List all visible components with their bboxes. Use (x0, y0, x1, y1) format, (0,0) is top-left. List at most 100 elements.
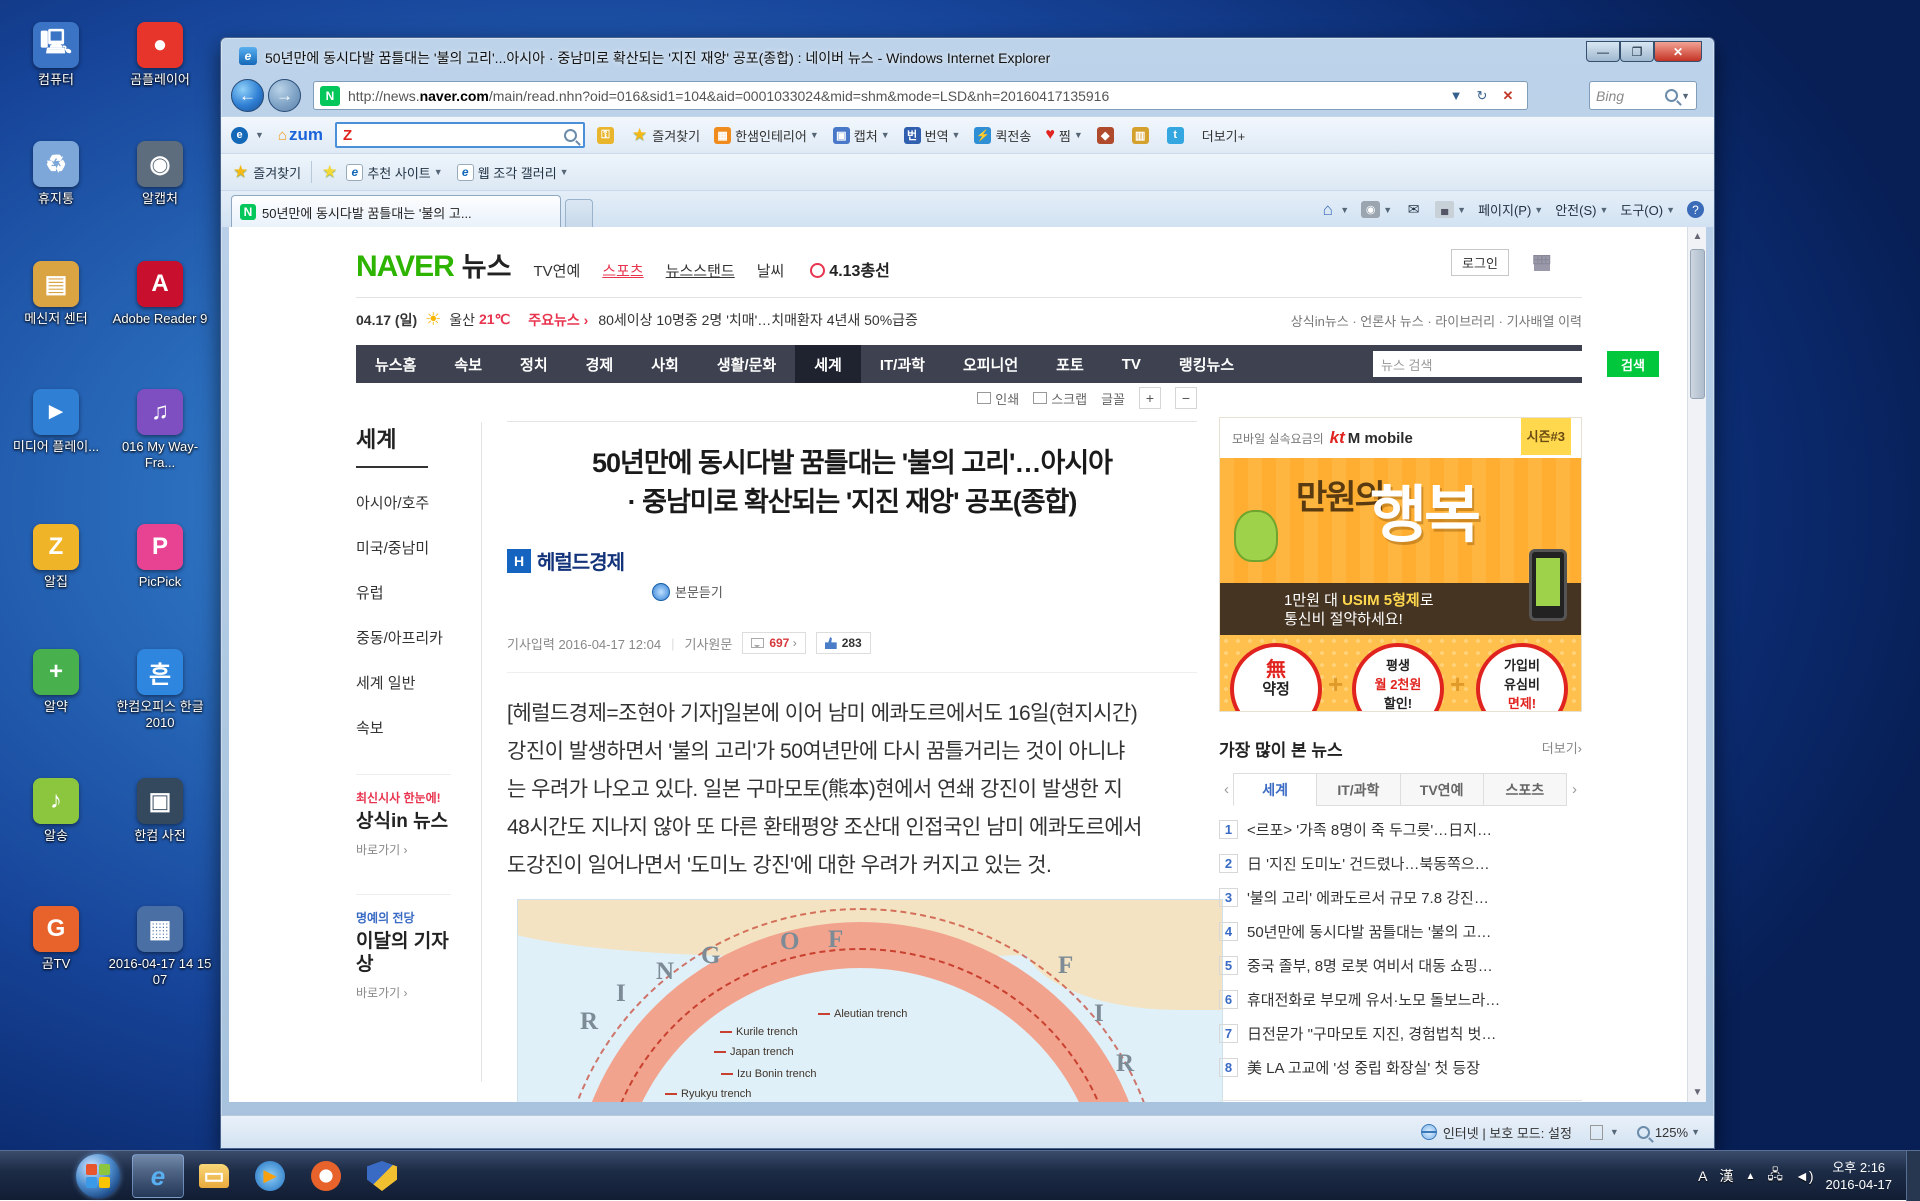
login-button[interactable]: 로그인 (1451, 249, 1509, 276)
rss-button[interactable]: ◉▼ (1361, 201, 1392, 218)
back-button[interactable]: ← (231, 79, 264, 112)
nav-world[interactable]: 세계 (795, 345, 861, 383)
desktop-icon-mp3-file[interactable]: ♫016 My Way-Fra... (108, 389, 212, 471)
nav-economy[interactable]: 경제 (567, 345, 633, 383)
add-favorite-icon[interactable]: ★ (322, 162, 337, 182)
desktop-icon-recycle-bin[interactable]: ♻휴지통 (4, 141, 108, 207)
forward-button[interactable]: → (268, 79, 301, 112)
nav-breaking[interactable]: 속보 (435, 345, 501, 383)
toolbar-capture[interactable]: ▣캡처▼ (833, 126, 890, 145)
desktop-icon-computer[interactable]: 🖳컴퓨터 (4, 22, 108, 88)
web-slice-gallery[interactable]: 웹 조각 갤러리 (478, 163, 557, 182)
desktop-icon-alyac[interactable]: +알약 (4, 649, 108, 715)
kt-mmobile-ad[interactable]: 모바일 실속요금의 kt M mobile 시즌#3 만원의 행복 (1219, 417, 1582, 712)
desktop-icon-alcapture[interactable]: ◉알캡처 (108, 141, 212, 207)
mv-tab-it[interactable]: IT/과학 (1316, 773, 1400, 806)
scrap-button[interactable]: 스크랩 (1033, 389, 1087, 408)
taskbar-media-player[interactable]: ► (244, 1154, 296, 1198)
desktop-icon-dictionary[interactable]: ▣한컴 사전 (108, 778, 212, 844)
toolbar-favorites[interactable]: ★즐겨찾기 (632, 125, 700, 145)
font-smaller-button[interactable]: − (1175, 387, 1197, 409)
network-icon[interactable]: 🖧 (1767, 1164, 1783, 1188)
stop-icon[interactable]: ✕ (1495, 82, 1521, 109)
show-desktop-button[interactable] (1906, 1151, 1920, 1201)
vertical-scrollbar[interactable]: ▲ ▼ (1687, 227, 1706, 1102)
naver-logo[interactable]: NAVER (356, 250, 454, 284)
volume-icon[interactable]: ◄) (1795, 1168, 1814, 1184)
header-link-tv[interactable]: TV연예 (533, 260, 580, 281)
toolbar-hanssem[interactable]: ▦한샘인테리어▼ (714, 126, 819, 145)
scrollbar-thumb[interactable] (1690, 249, 1705, 399)
tabs-prev-arrow[interactable]: ‹ (1219, 781, 1234, 798)
category-europe[interactable]: 유럽 (356, 582, 451, 603)
bing-search-box[interactable]: Bing ▼ (1589, 81, 1697, 110)
safety-menu[interactable]: 안전(S)▼ (1555, 200, 1608, 219)
maximize-button[interactable]: ❐ (1620, 41, 1654, 62)
nav-society[interactable]: 사회 (632, 345, 698, 383)
header-link-sports[interactable]: 스포츠 (602, 260, 643, 281)
election-banner[interactable]: 4.13총선 (810, 257, 890, 281)
suggested-sites[interactable]: 추천 사이트 (367, 163, 430, 182)
desktop-icon-gomtv[interactable]: G곰TV (4, 906, 108, 972)
desktop-icon-picpick[interactable]: PPicPick (108, 524, 212, 590)
lang-indicator[interactable]: A (1698, 1168, 1707, 1184)
favorites-button[interactable]: 즐겨찾기 (253, 163, 301, 182)
taskbar-alyac-shield[interactable] (356, 1154, 408, 1198)
nav-it[interactable]: IT/과학 (861, 345, 944, 383)
category-general[interactable]: 세계 일반 (356, 672, 451, 693)
most-viewed-more-link[interactable]: 더보기› (1542, 738, 1582, 757)
desktop-icon-alsong[interactable]: ♪알송 (4, 778, 108, 844)
zum-search-icon[interactable] (564, 129, 577, 142)
category-america[interactable]: 미국/중남미 (356, 537, 451, 558)
mv-tab-tv[interactable]: TV연예 (1400, 773, 1484, 806)
desktop-icon-hangul-office[interactable]: 흔한컴오피스 한글 2010 (108, 649, 212, 731)
news-list-item[interactable]: 3'불의 고리' 에콰도르서 규모 7.8 강진… (1219, 887, 1582, 908)
minimize-button[interactable]: — (1586, 41, 1620, 62)
news-list-item[interactable]: 2日 '지진 도미노' 건드렸나…북동쪽으… (1219, 853, 1582, 874)
toolbar-translate[interactable]: 번번역▼ (904, 126, 961, 145)
font-bigger-button[interactable]: + (1139, 387, 1161, 409)
mv-tab-world[interactable]: 세계 (1233, 773, 1317, 806)
address-bar[interactable]: N http://news.naver.com/main/read.nhn?oi… (313, 81, 1528, 110)
toolbar-twitter-icon[interactable]: t (1167, 127, 1188, 144)
desktop-icon-media-player[interactable]: ►미디어 플레이... (4, 389, 108, 455)
mail-button[interactable]: ✉ (1404, 201, 1423, 218)
news-list-item[interactable]: 450년만에 동시다발 꿈틀대는 '불의 고… (1219, 921, 1582, 942)
desktop-icon-adobe-reader[interactable]: AAdobe Reader 9 (108, 261, 212, 327)
tray-expand-icon[interactable]: ▲ (1745, 1171, 1755, 1182)
promo-sangsik[interactable]: 최신시사 한눈에! 상식in 뉴스 바로가기 › (356, 774, 451, 858)
press-logo[interactable]: H 헤럴드경제 (507, 546, 624, 575)
search-icon[interactable] (1665, 89, 1678, 102)
hanja-indicator[interactable]: 漢 (1719, 1166, 1733, 1186)
start-button[interactable] (76, 1154, 120, 1198)
desktop-icon-gomplayer[interactable]: ●곰플레이어 (108, 22, 212, 88)
comment-count-badge[interactable]: 697 › (742, 632, 805, 654)
toolbar-key-icon[interactable]: ⚿ (597, 127, 618, 144)
tab-active[interactable]: N 50년만에 동시다발 꿈틀대는 '불의 고... (231, 195, 561, 228)
news-list-item[interactable]: 1<르포> '가족 8명이 죽 두그릇'…日지… (1219, 819, 1582, 840)
nav-tv[interactable]: TV (1103, 345, 1160, 383)
original-article-link[interactable]: 기사원문 (684, 634, 732, 653)
print-button[interactable]: ▄▼ (1435, 201, 1466, 218)
category-mideast[interactable]: 중동/아프리카 (356, 627, 451, 648)
new-tab-button[interactable] (565, 199, 593, 228)
news-ticker[interactable]: 80세이상 10명중 2명 '치매'…치매환자 4년새 50%급증 (598, 310, 918, 330)
news-list-item[interactable]: 5중국 졸부, 8명 로봇 여비서 대동 쇼핑… (1219, 955, 1582, 976)
toolbar-jjim[interactable]: ♥찜▼ (1045, 126, 1082, 145)
search-dropdown-icon[interactable]: ▼ (1681, 91, 1690, 101)
taskbar-explorer[interactable]: ▭ (188, 1154, 240, 1198)
ie-menu-icon[interactable]: e▼ (231, 127, 264, 144)
toolbar-misc2-icon[interactable]: ▥ (1132, 127, 1153, 144)
home-button[interactable]: ⌂▼ (1318, 201, 1349, 218)
category-asia[interactable]: 아시아/호주 (356, 492, 451, 513)
promo-reporter-award[interactable]: 명예의 전당 이달의 기자상 바로가기 › (356, 894, 451, 1001)
naver-news-logo[interactable]: 뉴스 (462, 245, 512, 284)
weather-city[interactable]: 울산 (449, 310, 475, 330)
refresh-icon[interactable]: ↻ (1469, 82, 1495, 109)
nav-life[interactable]: 생활/문화 (698, 345, 795, 383)
nav-photo[interactable]: 포토 (1037, 345, 1103, 383)
tray-clock[interactable]: 오후 2:16 2016-04-17 (1826, 1159, 1893, 1193)
mv-tab-sports[interactable]: 스포츠 (1483, 773, 1567, 806)
utility-links[interactable]: 상식in뉴스 · 언론사 뉴스 · 라이브러리 · 기사배열 이력 (1291, 311, 1582, 330)
close-button[interactable]: ✕ (1654, 41, 1702, 62)
